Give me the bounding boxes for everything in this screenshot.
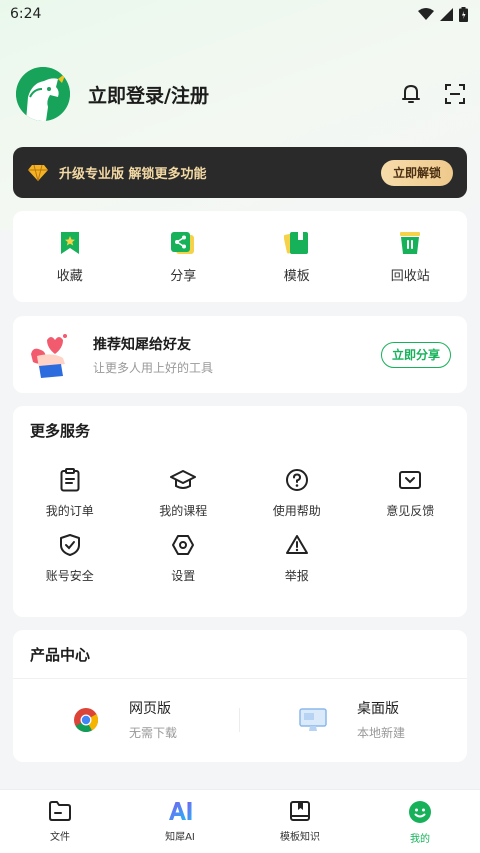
service-label: 我的订单 <box>45 504 94 518</box>
quick-action-share[interactable]: 分享 <box>127 211 241 302</box>
wifi-icon <box>418 7 434 20</box>
avatar[interactable] <box>16 67 70 121</box>
product-desktop-title: 桌面版 <box>357 701 399 717</box>
service-label: 使用帮助 <box>272 504 321 518</box>
tab-templates-knowledge[interactable]: 模板知识 <box>240 790 360 853</box>
notification-bell-icon[interactable] <box>400 83 422 105</box>
battery-icon <box>459 6 468 22</box>
order-icon <box>60 468 80 492</box>
service-report[interactable]: 举报 <box>240 533 354 584</box>
smile-icon <box>409 801 431 823</box>
product-desktop[interactable]: 桌面版 本地新建 <box>299 698 405 741</box>
quick-action-label: 模板 <box>283 269 310 284</box>
feedback-icon <box>399 471 422 489</box>
signal-icon <box>440 7 453 21</box>
more-services-card: 更多服务 我的订单 我的课程 使用帮助 意见反馈 账号安全 设置 举报 <box>13 406 467 617</box>
service-feedback[interactable]: 意见反馈 <box>354 468 468 519</box>
status-time: 6:24 <box>10 6 42 22</box>
product-web-title: 网页版 <box>129 701 171 717</box>
tab-label: 我的 <box>410 834 430 845</box>
report-icon <box>285 535 308 554</box>
services-title: 更多服务 <box>30 422 91 440</box>
gift-hand-illustration <box>29 332 79 378</box>
service-help[interactable]: 使用帮助 <box>240 468 354 519</box>
course-icon <box>170 470 197 489</box>
tab-files[interactable]: 文件 <box>0 790 120 853</box>
bottom-tab-bar: 文件 知犀AI 模板知识 我的 <box>0 789 480 853</box>
tab-mine[interactable]: 我的 <box>360 790 480 853</box>
rhino-logo-icon <box>16 67 70 121</box>
bookmark-icon <box>60 232 79 254</box>
product-web[interactable]: 网页版 无需下载 <box>73 698 177 741</box>
scan-icon[interactable] <box>444 83 466 105</box>
product-web-subtitle: 无需下载 <box>129 726 178 740</box>
quick-action-recycle-bin[interactable]: 回收站 <box>354 211 468 302</box>
product-center-card: 产品中心 网页版 无需下载 桌面版 本地新建 <box>13 630 467 762</box>
share-card-title: 推荐知犀给好友 <box>93 336 191 353</box>
ai-icon <box>169 802 192 820</box>
book-icon <box>290 801 310 821</box>
service-settings[interactable]: 设置 <box>127 533 241 584</box>
tab-label: 知犀AI <box>165 832 195 843</box>
trash-icon <box>400 232 421 254</box>
service-my-orders[interactable]: 我的订单 <box>13 468 127 519</box>
quick-action-templates[interactable]: 模板 <box>240 211 354 302</box>
service-label: 我的课程 <box>159 504 208 518</box>
quick-action-label: 分享 <box>170 269 197 284</box>
service-label: 举报 <box>284 569 309 583</box>
chrome-icon <box>74 707 99 732</box>
tab-label: 文件 <box>50 832 70 843</box>
service-my-courses[interactable]: 我的课程 <box>127 468 241 519</box>
shield-icon <box>59 534 80 556</box>
diamond-icon <box>28 164 48 181</box>
folder-icon <box>49 801 71 821</box>
tab-zhixi-ai[interactable]: 知犀AI <box>120 790 240 853</box>
settings-icon <box>172 535 195 555</box>
service-account-security[interactable]: 账号安全 <box>13 533 127 584</box>
pro-banner-text: 升级专业版 解锁更多功能 <box>59 167 207 182</box>
pro-upgrade-banner[interactable]: 升级专业版 解锁更多功能 立即解锁 <box>13 147 467 198</box>
quick-action-label: 收藏 <box>56 269 83 284</box>
products-title: 产品中心 <box>30 646 91 664</box>
share-icon <box>171 232 195 254</box>
quick-actions-card: 收藏 分享 模板 回收站 <box>13 211 467 302</box>
share-card-subtitle: 让更多人用上好的工具 <box>93 360 214 375</box>
product-desktop-subtitle: 本地新建 <box>357 726 406 740</box>
help-icon <box>285 469 308 491</box>
login-link[interactable]: 立即登录/注册 <box>88 81 209 108</box>
share-now-button[interactable]: 立即分享 <box>380 341 451 368</box>
quick-action-favorites[interactable]: 收藏 <box>13 211 127 302</box>
divider <box>239 708 240 732</box>
service-label: 意见反馈 <box>386 504 435 518</box>
desktop-monitor-icon <box>299 707 327 731</box>
recommend-friends-card: 推荐知犀给好友 让更多人用上好的工具 立即分享 <box>13 316 467 393</box>
tab-label: 模板知识 <box>280 832 320 843</box>
service-label: 设置 <box>171 569 196 583</box>
divider <box>13 678 467 679</box>
status-bar: 6:24 <box>0 0 480 28</box>
profile-header: 立即登录/注册 <box>16 66 466 122</box>
quick-action-label: 回收站 <box>390 269 430 284</box>
service-label: 账号安全 <box>45 569 94 583</box>
template-icon <box>283 232 308 254</box>
unlock-button[interactable]: 立即解锁 <box>380 159 453 186</box>
